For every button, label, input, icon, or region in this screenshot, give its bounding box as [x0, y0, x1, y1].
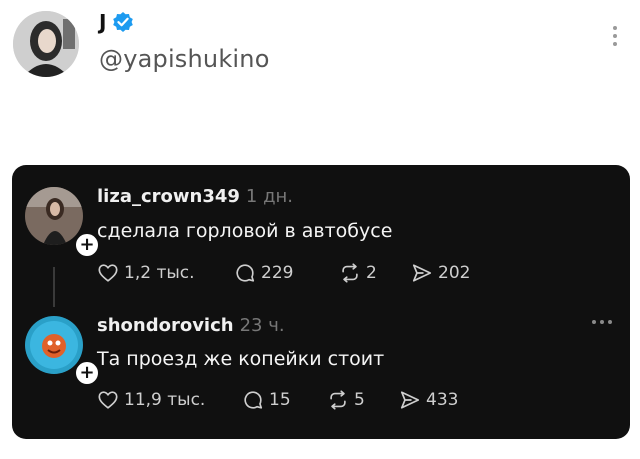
- post-time: 1 дн.: [245, 186, 294, 207]
- post-time: 23 ч.: [239, 315, 285, 336]
- post-text: Та проезд же копейки стоит: [97, 348, 385, 370]
- post-avatar[interactable]: [25, 316, 83, 374]
- share-button[interactable]: 433: [399, 389, 458, 411]
- repost-button[interactable]: 2: [339, 262, 377, 284]
- reply-button[interactable]: 15: [242, 389, 291, 411]
- tweet-header: J @yapishukino: [0, 0, 640, 90]
- share-button[interactable]: 202: [411, 262, 470, 284]
- repost-icon: [342, 263, 358, 283]
- reply-button[interactable]: 229: [234, 262, 293, 284]
- repost-button[interactable]: 5: [327, 389, 365, 411]
- comment-icon: [236, 264, 255, 282]
- repost-count: 5: [354, 390, 365, 410]
- author-handle[interactable]: @yapishukino: [99, 45, 270, 73]
- like-count: 1,2 тыс.: [124, 263, 195, 283]
- like-count: 11,9 тыс.: [124, 390, 206, 410]
- verified-badge-icon: [112, 11, 134, 33]
- thread-connector-line: [53, 267, 55, 307]
- more-horizontal-icon[interactable]: [592, 318, 616, 326]
- author-avatar[interactable]: [13, 11, 79, 77]
- author-display-name[interactable]: J: [99, 10, 106, 34]
- post-meta: liza_crown349 1 дн.: [97, 186, 293, 207]
- post-username[interactable]: liza_crown349: [97, 186, 240, 207]
- post-text: сделала горловой в автобусе: [97, 220, 393, 242]
- reply-count: 229: [261, 263, 294, 283]
- reply-count: 15: [269, 390, 291, 410]
- repost-count: 2: [366, 263, 377, 283]
- comment-icon: [244, 391, 263, 409]
- send-icon: [400, 391, 420, 409]
- post-avatar[interactable]: [25, 187, 83, 245]
- repost-icon: [330, 390, 346, 410]
- share-count: 433: [426, 390, 459, 410]
- share-count: 202: [438, 263, 471, 283]
- like-button[interactable]: 11,9 тыс.: [97, 389, 205, 411]
- like-button[interactable]: 1,2 тыс.: [97, 262, 195, 284]
- send-icon: [412, 264, 432, 282]
- embedded-thread-card: + liza_crown349 1 дн. сделала горловой в …: [12, 165, 630, 439]
- post-meta: shondorovich 23 ч.: [97, 315, 285, 336]
- author-name-row: J: [99, 10, 134, 34]
- more-vertical-icon[interactable]: [611, 26, 619, 52]
- post-username[interactable]: shondorovich: [97, 315, 234, 336]
- heart-icon: [98, 391, 118, 409]
- heart-icon: [98, 264, 118, 282]
